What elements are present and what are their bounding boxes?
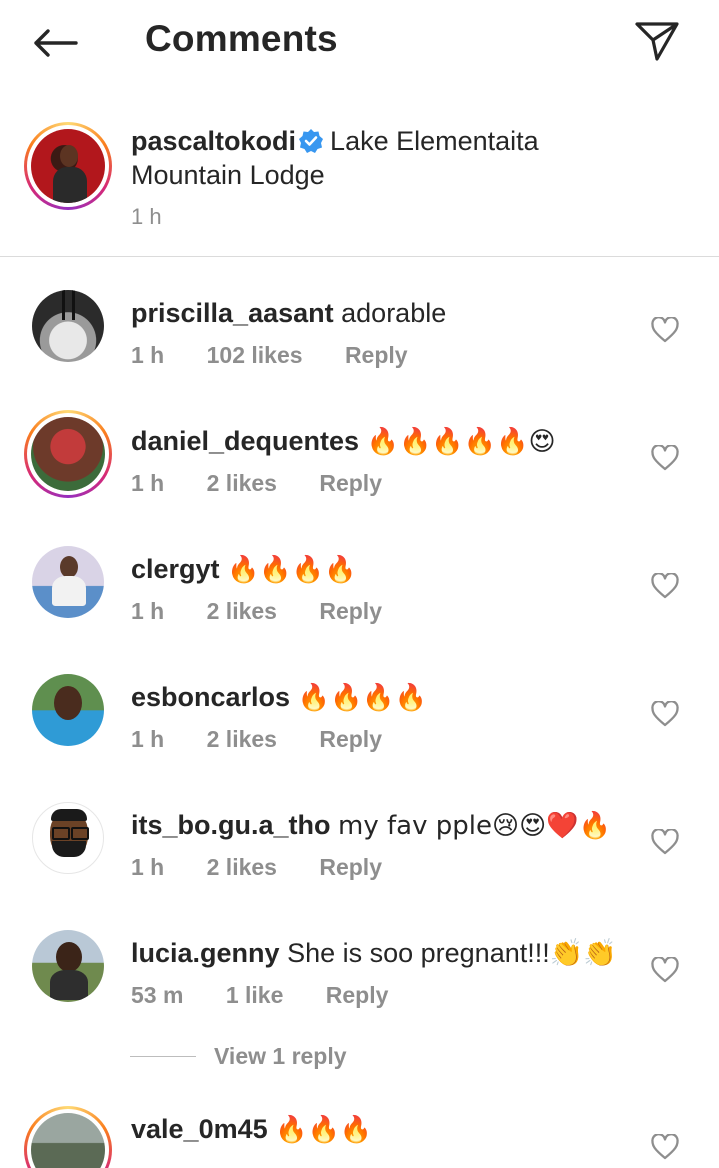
avatar[interactable] — [32, 290, 104, 362]
story-ring[interactable] — [24, 1106, 112, 1168]
comment-body: 🔥🔥🔥🔥🔥😍 — [366, 427, 556, 457]
comment-text: vale_0m45 🔥🔥🔥 — [131, 1112, 621, 1147]
comment-meta: 1 h 2 likes Reply — [131, 470, 418, 497]
reply-button[interactable]: Reply — [319, 726, 382, 752]
comment-text: lucia.genny She is soo pregnant!!!👏👏 — [131, 936, 621, 970]
avatar[interactable] — [31, 1113, 105, 1168]
comment-username[interactable]: lucia.genny — [131, 938, 280, 968]
avatar[interactable] — [31, 417, 105, 491]
caption-text: pascaltokodi Lake Elementaita Mountain Lo… — [131, 124, 601, 192]
verified-badge-icon — [299, 129, 324, 153]
post-caption: pascaltokodi Lake Elementaita Mountain Lo… — [0, 112, 719, 252]
avatar[interactable] — [32, 546, 104, 618]
heart-icon[interactable] — [651, 957, 679, 983]
story-ring[interactable] — [24, 410, 112, 498]
comment-username[interactable]: vale_0m45 — [131, 1114, 268, 1144]
likes-count[interactable]: 2 likes — [207, 726, 277, 752]
reply-button[interactable]: Reply — [319, 598, 382, 624]
avatar[interactable] — [32, 674, 104, 746]
comment-username[interactable]: priscilla_aasant — [131, 298, 334, 328]
heart-icon[interactable] — [651, 445, 679, 471]
comment-item: its_bo.gu.a_tho my fav pple😢😍❤️🔥 1 h 2 l… — [0, 794, 719, 922]
avatar[interactable] — [32, 930, 104, 1002]
caption-time: 1 h — [131, 204, 162, 229]
heart-icon[interactable] — [651, 317, 679, 343]
heart-icon[interactable] — [651, 829, 679, 855]
avatar[interactable] — [31, 129, 105, 203]
comment-meta: 1 h 102 likes Reply — [131, 342, 444, 369]
comment-text: priscilla_aasant adorable — [131, 296, 621, 330]
reply-button[interactable]: Reply — [319, 854, 382, 880]
comment-username[interactable]: clergyt — [131, 554, 220, 584]
paper-plane-icon — [635, 22, 679, 61]
comment-meta: 1 h 2 likes Reply — [131, 726, 418, 753]
comment-time: 1 h — [131, 342, 165, 368]
comment-time: 1 h — [131, 598, 165, 624]
likes-count[interactable]: 102 likes — [207, 342, 303, 368]
back-button[interactable] — [30, 22, 80, 64]
comment-time: 1 h — [131, 726, 165, 752]
top-bar: Comments — [0, 0, 719, 84]
comment-body: my fav pple😢😍❤️🔥 — [338, 811, 611, 841]
comment-text: esboncarlos 🔥🔥🔥🔥 — [131, 680, 621, 715]
comment-text: daniel_dequentes 🔥🔥🔥🔥🔥😍 — [131, 424, 621, 459]
comment-meta: 1 h 2 likes Reply — [131, 854, 418, 881]
reply-thread-line — [130, 1055, 196, 1057]
comment-item: lucia.genny She is soo pregnant!!!👏👏 53 … — [0, 922, 719, 1050]
reply-button[interactable]: Reply — [319, 470, 382, 496]
avatar[interactable] — [32, 802, 104, 874]
comment-body: 🔥🔥🔥🔥 — [297, 683, 428, 713]
comment-time: 1 h — [131, 470, 165, 496]
comment-body: She is soo pregnant!!!👏👏 — [287, 938, 617, 968]
story-ring[interactable] — [24, 122, 112, 210]
view-replies-button[interactable]: View 1 reply — [130, 1040, 347, 1072]
likes-count[interactable]: 2 likes — [207, 598, 277, 624]
comment-item: vale_0m45 🔥🔥🔥 — [0, 1106, 719, 1168]
comment-username[interactable]: its_bo.gu.a_tho — [131, 810, 331, 840]
comment-username[interactable]: daniel_dequentes — [131, 426, 359, 456]
comment-item: clergyt 🔥🔥🔥🔥 1 h 2 likes Reply — [0, 538, 719, 666]
comment-item: esboncarlos 🔥🔥🔥🔥 1 h 2 likes Reply — [0, 666, 719, 794]
comment-text: clergyt 🔥🔥🔥🔥 — [131, 552, 621, 587]
caption-username[interactable]: pascaltokodi — [131, 126, 296, 156]
comment-item: daniel_dequentes 🔥🔥🔥🔥🔥😍 1 h 2 likes Repl… — [0, 410, 719, 538]
comment-text: its_bo.gu.a_tho my fav pple😢😍❤️🔥 — [131, 808, 621, 843]
comment-body: 🔥🔥🔥🔥 — [227, 555, 357, 585]
reply-button[interactable]: Reply — [345, 342, 408, 368]
comment-body: adorable — [341, 298, 447, 328]
heart-icon[interactable] — [651, 573, 679, 599]
likes-count[interactable]: 2 likes — [207, 854, 277, 880]
comment-username[interactable]: esboncarlos — [131, 682, 290, 712]
heart-icon[interactable] — [651, 1134, 679, 1160]
comment-meta: 1 h 2 likes Reply — [131, 598, 418, 625]
divider — [0, 256, 719, 257]
comment-meta: 53 m 1 like Reply — [131, 982, 424, 1009]
comment-body: 🔥🔥🔥 — [275, 1115, 373, 1145]
likes-count[interactable]: 1 like — [226, 982, 284, 1008]
view-replies-label: View 1 reply — [214, 1042, 347, 1069]
comment-time: 1 h — [131, 854, 165, 880]
comment-time: 53 m — [131, 982, 184, 1008]
heart-icon[interactable] — [651, 701, 679, 727]
page-title: Comments — [145, 18, 338, 59]
likes-count[interactable]: 2 likes — [207, 470, 277, 496]
reply-button[interactable]: Reply — [326, 982, 389, 1008]
arrow-left-icon — [34, 29, 78, 57]
share-button[interactable] — [632, 18, 682, 64]
comment-item: priscilla_aasant adorable 1 h 102 likes … — [0, 282, 719, 410]
